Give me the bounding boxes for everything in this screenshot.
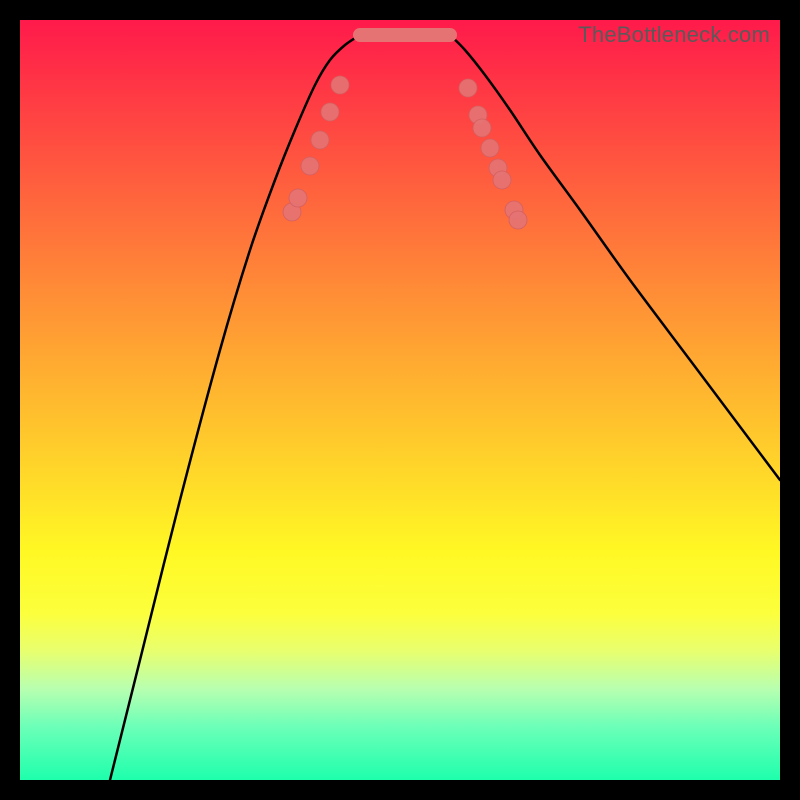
right-curve	[450, 35, 780, 480]
data-marker	[509, 211, 527, 229]
data-marker	[289, 189, 307, 207]
data-marker	[301, 157, 319, 175]
plot-area: TheBottleneck.com	[20, 20, 780, 780]
data-marker	[311, 131, 329, 149]
data-marker	[331, 76, 349, 94]
data-marker	[481, 139, 499, 157]
markers-left	[283, 76, 349, 221]
data-marker	[493, 171, 511, 189]
data-marker	[459, 79, 477, 97]
markers-right	[459, 79, 527, 229]
data-marker	[473, 119, 491, 137]
data-marker	[321, 103, 339, 121]
chart-svg	[20, 20, 780, 780]
chart-frame: TheBottleneck.com	[0, 0, 800, 800]
